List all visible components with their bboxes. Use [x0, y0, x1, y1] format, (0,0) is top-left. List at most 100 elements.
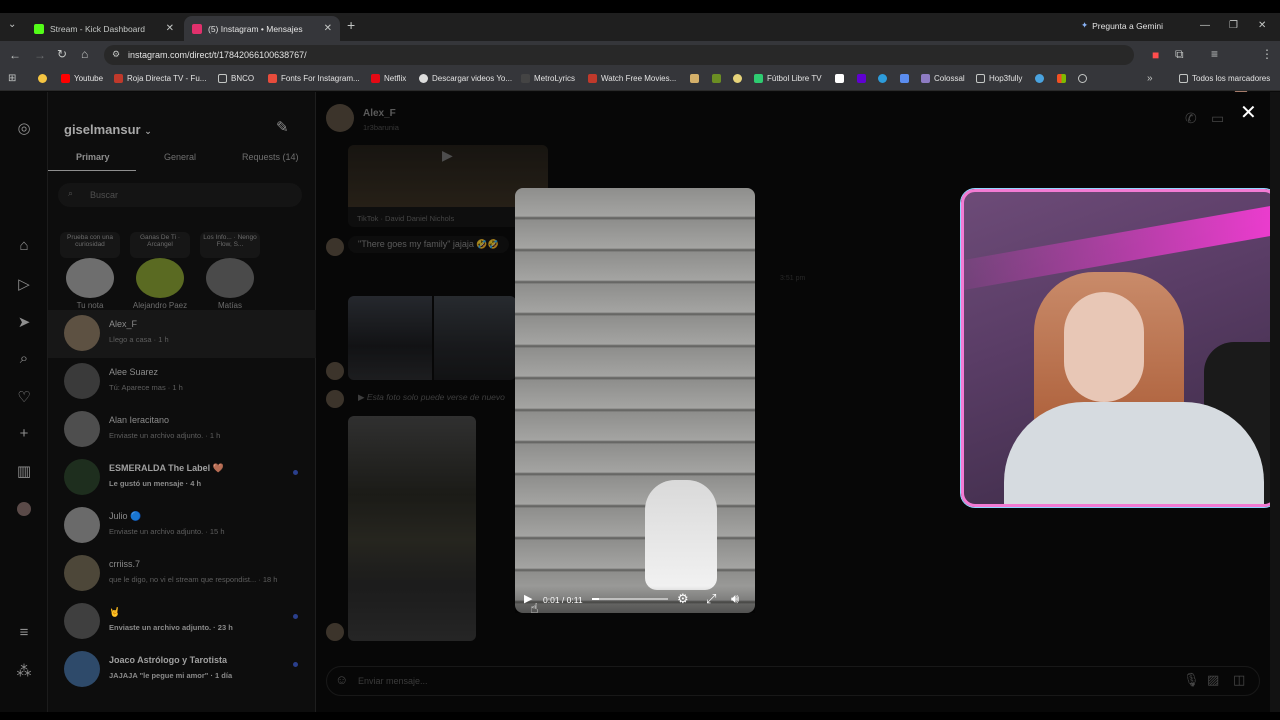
- new-tab-icon[interactable]: +: [347, 17, 355, 33]
- site-info-icon[interactable]: ⚙: [112, 49, 120, 60]
- settings-icon[interactable]: ⚙: [677, 591, 689, 607]
- window-close-icon[interactable]: ✕: [1258, 20, 1266, 31]
- media-controls-icon[interactable]: ≡: [1211, 47, 1218, 61]
- gemini-button[interactable]: ✦ Pregunta a Gemini: [1081, 20, 1163, 31]
- bookmark-fonts[interactable]: Fonts For Instagram...: [268, 74, 360, 83]
- conversation-item[interactable]: crriiss.7 que le digo, no vi el stream q…: [48, 550, 316, 598]
- instagram-logo-icon[interactable]: ◎: [14, 119, 34, 139]
- username-text: giselmansur: [64, 122, 141, 137]
- reels-icon[interactable]: ▷: [14, 275, 34, 295]
- conversation-name: Joaco Astrólogo y Tarotista: [109, 655, 228, 665]
- dashboard-icon[interactable]: ▥: [14, 462, 34, 482]
- bookmark-misc-1[interactable]: [690, 74, 699, 83]
- note-item[interactable]: Prueba con una curiosidad Tu nota: [60, 232, 120, 310]
- account-username[interactable]: giselmansur ⌄: [64, 122, 152, 137]
- instagram-nav: ◎ ⌂ ▷ ➤ ⌕ ♡ + ▥ ≡ ⁂: [0, 92, 48, 712]
- tab-strip: ⌄ Stream - Kick Dashboard ✕ (5) Instagra…: [0, 13, 1280, 41]
- url-field[interactable]: ⚙ instagram.com/direct/t/178420661006387…: [104, 45, 1134, 65]
- restore-icon[interactable]: ❐: [1229, 20, 1238, 31]
- compose-icon[interactable]: ✎: [276, 118, 289, 136]
- video-progress-fill: [592, 598, 599, 600]
- meta-apps-icon[interactable]: ⁂: [14, 662, 34, 682]
- home-nav-icon[interactable]: ⌂: [14, 237, 34, 257]
- bookmark-netflix[interactable]: Netflix: [371, 74, 406, 83]
- extension-red-icon[interactable]: ■: [1152, 48, 1159, 62]
- apps-icon[interactable]: ⊞: [8, 73, 16, 84]
- create-icon[interactable]: +: [14, 425, 34, 445]
- bookmark-descargar[interactable]: Descargar videos Yo...: [419, 74, 512, 83]
- search-input[interactable]: Buscar: [58, 183, 302, 207]
- forward-icon[interactable]: →: [34, 48, 46, 62]
- video-progress-bar[interactable]: [592, 598, 668, 600]
- close-tab-icon[interactable]: ✕: [324, 23, 332, 34]
- bookmark-misc-5[interactable]: [878, 74, 887, 83]
- bookmark-futbol[interactable]: Fútbol Libre TV: [754, 74, 822, 83]
- conversation-name: Alex_F: [109, 319, 138, 329]
- video-frame-shoe: [645, 480, 717, 590]
- screen-top-bar: [0, 0, 1280, 13]
- bookmark-emoji[interactable]: [38, 74, 47, 83]
- tab-kick[interactable]: Stream - Kick Dashboard ✕: [26, 16, 182, 41]
- bookmark-misc-2[interactable]: [712, 74, 721, 83]
- bookmark-youtube[interactable]: Youtube: [61, 74, 103, 83]
- conversation-item[interactable]: Alex_F Llego a casa · 1 h: [48, 310, 316, 358]
- close-tab-icon[interactable]: ✕: [166, 23, 174, 34]
- conversation-preview: que le digo, no vi el stream que respond…: [109, 575, 278, 584]
- bookmark-microsoft[interactable]: [1057, 74, 1066, 83]
- bookmark-misc-8[interactable]: [1078, 74, 1087, 83]
- more-menu-icon[interactable]: ≡: [14, 624, 34, 644]
- tab-general[interactable]: General: [164, 152, 196, 162]
- page-scrollbar[interactable]: [1270, 92, 1280, 712]
- conversation-item[interactable]: ESMERALDA The Label 🤎 Le gustó un mensaj…: [48, 454, 316, 502]
- conversation-name: Alan Ieracitano: [109, 415, 170, 425]
- notifications-icon[interactable]: ♡: [14, 388, 34, 408]
- tab-requests[interactable]: Requests (14): [242, 152, 299, 162]
- conversation-item[interactable]: Alan Ieracitano Enviaste un archivo adju…: [48, 406, 316, 454]
- reload-icon[interactable]: ↻: [57, 47, 67, 61]
- bookmark-hop3fully[interactable]: Hop3fully: [976, 74, 1022, 83]
- all-bookmarks[interactable]: Todos los marcadores: [1179, 74, 1270, 83]
- bookmark-colossal[interactable]: Colossal: [921, 74, 965, 83]
- bookmark-bnco[interactable]: BNCO: [218, 74, 254, 83]
- conversation-item[interactable]: Julio 🔵 Enviaste un archivo adjunto. · 1…: [48, 502, 316, 550]
- more-bookmarks-icon[interactable]: »: [1147, 73, 1153, 84]
- bookmark-icon: [900, 74, 909, 83]
- bookmark-movies[interactable]: Watch Free Movies...: [588, 74, 676, 83]
- url-text: instagram.com/direct/t/17842066100638767…: [128, 50, 307, 60]
- video-player[interactable]: [515, 188, 755, 613]
- note-item[interactable]: Los Info... · Nengo Flow, S... Matías: [200, 232, 260, 310]
- back-icon[interactable]: ←: [9, 48, 21, 62]
- gemini-label: Pregunta a Gemini: [1092, 20, 1163, 31]
- close-icon[interactable]: ✕: [1240, 100, 1257, 125]
- fullscreen-icon[interactable]: ⤢: [706, 591, 716, 607]
- fonts-icon: [268, 74, 277, 83]
- search-nav-icon[interactable]: ⌕: [14, 350, 34, 370]
- tab-list-icon[interactable]: ⌄: [8, 19, 16, 30]
- conversation-item[interactable]: 🤘 Enviaste un archivo adjunto. · 23 h: [48, 598, 316, 646]
- webcam-hoodie: [1004, 402, 1264, 504]
- minimize-icon[interactable]: —: [1200, 20, 1210, 31]
- messages-icon[interactable]: ➤: [14, 313, 34, 333]
- conversation-preview: Enviaste un archivo adjunto. · 1 h: [109, 431, 221, 440]
- conversation-name: ESMERALDA The Label 🤎: [109, 463, 224, 473]
- bookmark-roja[interactable]: Roja Directa TV - Fu...: [114, 74, 206, 83]
- conversation-item[interactable]: Joaco Astrólogo y Tarotista JAJAJA "le p…: [48, 646, 316, 694]
- tab-instagram[interactable]: (5) Instagram • Mensajes ✕: [184, 16, 340, 41]
- conversation-item[interactable]: Alee Suarez Tú: Aparece mas · 1 h: [48, 358, 316, 406]
- menu-icon[interactable]: ⋮: [1261, 47, 1273, 61]
- extensions-icon[interactable]: ⧉: [1175, 47, 1184, 62]
- bookmark-misc-3[interactable]: [733, 74, 742, 83]
- bookmark-misc-7[interactable]: [1035, 74, 1044, 83]
- tab-primary[interactable]: Primary: [76, 152, 110, 162]
- bookmark-misc-6[interactable]: [900, 74, 909, 83]
- conversation-preview: Tú: Aparece mas · 1 h: [109, 383, 183, 392]
- volume-icon[interactable]: 🔊︎: [731, 591, 739, 607]
- bookmark-label: MetroLyrics: [534, 74, 576, 83]
- bookmark-yahoo[interactable]: [857, 74, 866, 83]
- conversation-preview: Llego a casa · 1 h: [109, 335, 169, 344]
- profile-nav-avatar[interactable]: [17, 502, 31, 516]
- home-icon[interactable]: ⌂: [81, 47, 88, 61]
- bookmark-misc-4[interactable]: [835, 74, 844, 83]
- bookmark-metrolyrics[interactable]: MetroLyrics: [521, 74, 575, 83]
- note-item[interactable]: Ganas De Ti · Arcangel Alejandro Paez: [130, 232, 190, 310]
